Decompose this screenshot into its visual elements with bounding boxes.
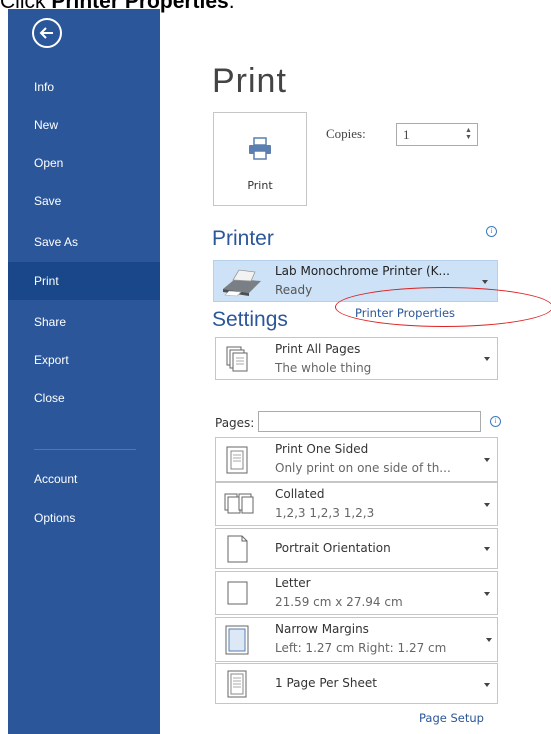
- setting-margins[interactable]: Narrow Margins Left: 1.27 cm Right: 1.27…: [215, 617, 498, 662]
- pages-per-sheet-icon: [227, 670, 247, 697]
- chevron-down-icon: [484, 503, 490, 507]
- chevron-down-icon: [484, 458, 490, 462]
- pages-label: Pages:: [215, 416, 255, 430]
- spinner-arrows-icon[interactable]: ▲ ▼: [465, 127, 473, 141]
- chevron-down-icon: [484, 547, 490, 551]
- setting-line2: Left: 1.27 cm Right: 1.27 cm: [275, 641, 447, 655]
- nav-open[interactable]: Open: [8, 144, 160, 182]
- printer-heading: Printer: [212, 227, 274, 250]
- print-button[interactable]: Print: [213, 112, 307, 206]
- collated-icon: [224, 493, 254, 514]
- copies-spinner[interactable]: 1 ▲ ▼: [396, 123, 478, 146]
- printer-icon: [249, 137, 271, 160]
- chevron-down-icon: [486, 638, 492, 642]
- setting-line2: Only print on one side of th...: [275, 461, 451, 475]
- nav-export[interactable]: Export: [8, 341, 160, 379]
- nav-print[interactable]: Print: [8, 262, 160, 300]
- nav-close[interactable]: Close: [8, 379, 160, 417]
- setting-line2: 21.59 cm x 27.94 cm: [275, 595, 403, 609]
- nav-divider: [34, 449, 136, 450]
- setting-print-range[interactable]: Print All Pages The whole thing: [215, 337, 498, 380]
- setting-line1: Narrow Margins: [275, 622, 369, 636]
- chevron-down-icon: [484, 683, 490, 687]
- setting-orientation[interactable]: Portrait Orientation: [215, 528, 498, 569]
- setting-line1: Collated: [275, 487, 325, 501]
- setting-line2: The whole thing: [275, 361, 372, 375]
- nav-save-as[interactable]: Save As: [8, 223, 160, 261]
- nav-save[interactable]: Save: [8, 182, 160, 220]
- setting-line1: Letter: [275, 576, 311, 590]
- chevron-down-icon: [482, 280, 488, 284]
- setting-line2: 1,2,3 1,2,3 1,2,3: [275, 506, 375, 520]
- nav-info[interactable]: Info: [8, 68, 160, 106]
- printer-info-icon[interactable]: i: [486, 226, 497, 237]
- copies-label: Copies:: [326, 126, 366, 141]
- annotation-oval: [335, 287, 551, 327]
- setting-sides[interactable]: Print One Sided Only print on one side o…: [215, 437, 498, 482]
- page-title: Print: [212, 62, 287, 100]
- copies-value: 1: [403, 127, 410, 142]
- settings-heading: Settings: [212, 308, 288, 331]
- setting-collation[interactable]: Collated 1,2,3 1,2,3 1,2,3: [215, 482, 498, 526]
- paper-size-icon: [227, 581, 248, 605]
- printer-device-icon: [223, 269, 261, 297]
- back-arrow-icon[interactable]: [32, 18, 62, 48]
- one-sided-icon: [226, 446, 248, 473]
- portrait-icon: [227, 535, 248, 562]
- chevron-down-icon: [484, 592, 490, 596]
- printer-name: Lab Monochrome Printer (K...: [275, 264, 450, 278]
- setting-line1: Print All Pages: [275, 342, 361, 356]
- print-pane: Print Print Copies: 1 ▲ ▼ Printer i Lab M…: [160, 0, 551, 734]
- nav-options[interactable]: Options: [8, 499, 160, 537]
- setting-line1: Print One Sided: [275, 442, 369, 456]
- setting-pages-per-sheet[interactable]: 1 Page Per Sheet: [215, 663, 498, 704]
- pages-input[interactable]: [258, 411, 481, 432]
- setting-paper-size[interactable]: Letter 21.59 cm x 27.94 cm: [215, 571, 498, 615]
- backstage-sidebar: Info New Open Save Save As Print Share E…: [8, 9, 160, 734]
- chevron-down-icon: [484, 357, 490, 361]
- margins-icon: [225, 625, 249, 654]
- page-setup-link[interactable]: Page Setup: [419, 711, 484, 725]
- nav-share[interactable]: Share: [8, 303, 160, 341]
- print-button-label: Print: [247, 179, 273, 192]
- nav-account[interactable]: Account: [8, 460, 160, 498]
- pages-info-icon[interactable]: i: [490, 416, 501, 427]
- pages-icon: [226, 346, 248, 371]
- printer-status: Ready: [275, 283, 313, 297]
- nav-new[interactable]: New: [8, 106, 160, 144]
- setting-line1: 1 Page Per Sheet: [275, 676, 377, 690]
- setting-line1: Portrait Orientation: [275, 541, 391, 555]
